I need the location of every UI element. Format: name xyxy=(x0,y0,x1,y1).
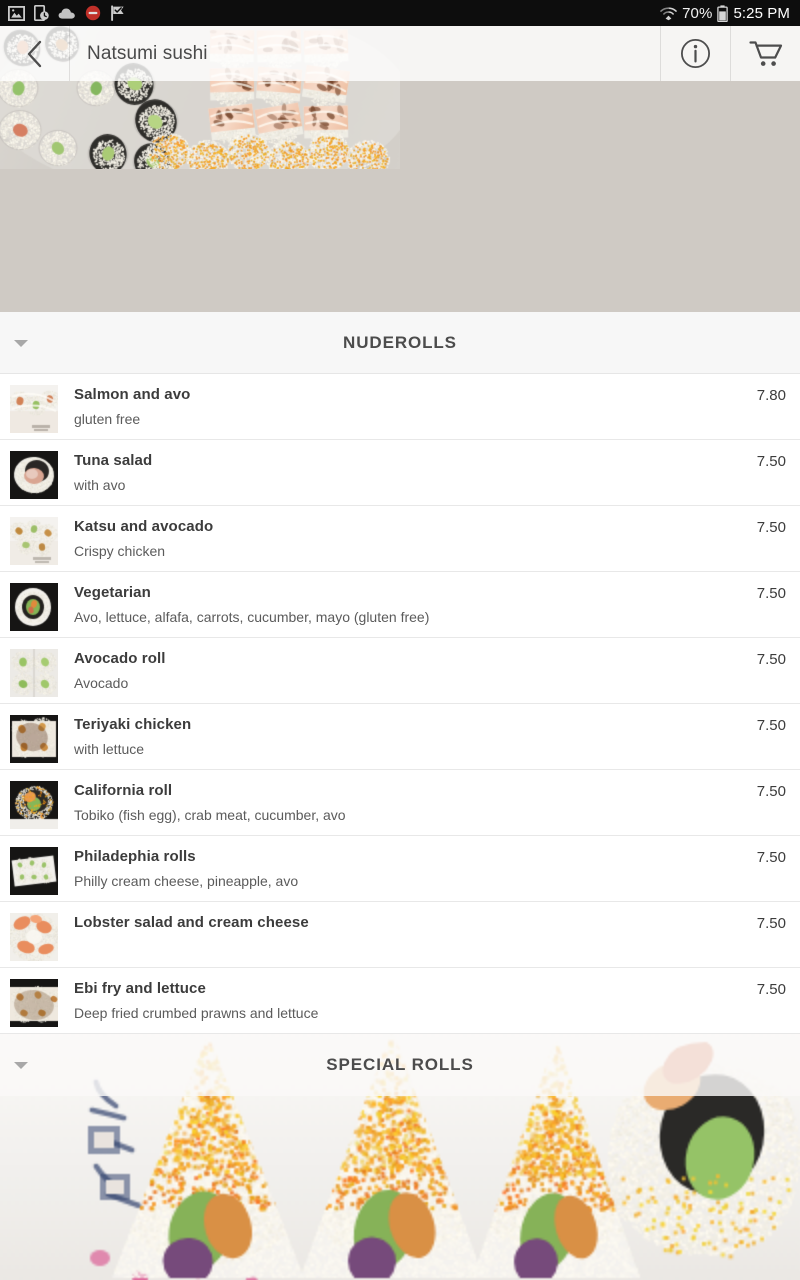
app-bar: Natsumi sushi xyxy=(0,26,800,81)
menu-item-description: Deep fried crumbed prawns and lettuce xyxy=(74,1005,319,1021)
caret-down-icon xyxy=(14,339,28,347)
menu-item-name: Tuna salad xyxy=(74,452,153,469)
menu-item-text: Teriyaki chicken with lettuce xyxy=(74,715,734,758)
menu-item-name: Avocado roll xyxy=(74,650,166,667)
menu-item-description: Philly cream cheese, pineapple, avo xyxy=(74,873,299,889)
checkmark-flag-icon xyxy=(111,5,124,21)
menu-item-description: Tobiko (fish egg), crab meat, cucumber, … xyxy=(74,807,346,823)
menu-item-price: 7.50 xyxy=(756,717,786,734)
cart-button[interactable] xyxy=(730,26,800,81)
menu-item-thumbnail xyxy=(10,979,58,1027)
section-header-nuderolls[interactable]: NUDEROLLS xyxy=(0,312,800,374)
menu-item-row[interactable]: Salmon and avo gluten free 7.80 xyxy=(0,374,800,440)
cloud-icon xyxy=(58,8,75,19)
menu-item-description: with avo xyxy=(74,477,126,493)
menu-item-row[interactable]: Tuna salad with avo 7.50 xyxy=(0,440,800,506)
status-bar: 70% 5:25 PM xyxy=(0,0,800,26)
menu-item-description: Avo, lettuce, alfafa, carrots, cucumber,… xyxy=(74,609,430,625)
section-header-special-rolls[interactable]: SPECIAL ROLLS xyxy=(0,1034,800,1096)
section-title: NUDEROLLS xyxy=(343,332,457,352)
page-title: Natsumi sushi xyxy=(87,42,208,64)
menu-item-description: Avocado xyxy=(74,675,129,691)
thumbnail-canvas xyxy=(10,583,58,631)
menu-item-row[interactable]: Avocado roll Avocado 7.50 xyxy=(0,638,800,704)
wifi-icon xyxy=(660,6,677,20)
thumbnail-canvas xyxy=(10,517,58,565)
menu-item-thumbnail xyxy=(10,781,58,829)
menu-item-row[interactable]: Philadephia rolls Philly cream cheese, pi… xyxy=(0,836,800,902)
status-bar-notification-icons xyxy=(8,5,126,21)
menu-item-price: 7.50 xyxy=(756,519,786,536)
menu-item-thumbnail xyxy=(10,649,58,697)
menu-item-text: Tuna salad with avo xyxy=(74,451,734,494)
thumbnail-canvas xyxy=(10,451,58,499)
menu-item-name: Vegetarian xyxy=(74,584,151,601)
menu-item-price: 7.80 xyxy=(756,387,786,404)
battery-icon xyxy=(717,4,729,22)
menu-item-name: Lobster salad and cream cheese xyxy=(74,914,309,931)
menu-item-description: gluten free xyxy=(74,411,141,427)
info-icon xyxy=(680,38,711,69)
menu-item-name: Philadephia rolls xyxy=(74,848,196,865)
info-button[interactable] xyxy=(660,26,730,81)
menu-item-price: 7.50 xyxy=(756,585,786,602)
back-button[interactable] xyxy=(0,26,70,81)
menu-item-row[interactable]: Ebi fry and lettuce Deep fried crumbed pr… xyxy=(0,968,800,1034)
menu-item-text: Vegetarian Avo, lettuce, alfafa, carrots,… xyxy=(74,583,734,626)
menu-item-thumbnail xyxy=(10,715,58,763)
menu-item-price: 7.50 xyxy=(756,453,786,470)
phone-clock-icon xyxy=(34,5,49,21)
shopping-cart-icon xyxy=(748,40,782,66)
menu-item-row[interactable]: California roll Tobiko (fish egg), crab m… xyxy=(0,770,800,836)
menu-item-description: Crispy chicken xyxy=(74,543,166,559)
menu-item-price: 7.50 xyxy=(756,981,786,998)
menu-item-name: California roll xyxy=(74,782,173,799)
thumbnail-canvas xyxy=(10,847,58,895)
menu-item-description: with lettuce xyxy=(74,741,145,757)
menu-item-row[interactable]: Katsu and avocado Crispy chicken 7.50 xyxy=(0,506,800,572)
menu-item-text: Ebi fry and lettuce Deep fried crumbed pr… xyxy=(74,979,734,1022)
menu-item-text: Lobster salad and cream cheese xyxy=(74,913,734,932)
status-bar-system-icons: 70% 5:25 PM xyxy=(660,5,790,22)
menu-item-name: Ebi fry and lettuce xyxy=(74,980,206,997)
app-screen: 70% 5:25 PM Natsumi sushi NUDEROLLS Salm… xyxy=(0,0,800,1280)
caret-down-icon xyxy=(14,1062,28,1069)
menu-item-price: 7.50 xyxy=(756,849,786,866)
app-bar-title-area: Natsumi sushi xyxy=(70,26,660,81)
thumbnail-canvas xyxy=(10,715,58,763)
thumbnail-canvas xyxy=(10,913,58,961)
clock-label: 5:25 PM xyxy=(733,4,790,22)
thumbnail-canvas xyxy=(10,649,58,697)
menu-item-row[interactable]: Teriyaki chicken with lettuce 7.50 xyxy=(0,704,800,770)
menu-item-name: Teriyaki chicken xyxy=(74,716,192,733)
image-icon xyxy=(8,5,25,21)
menu-item-thumbnail xyxy=(10,517,58,565)
menu-item-text: Avocado roll Avocado xyxy=(74,649,734,692)
menu-item-name: Katsu and avocado xyxy=(74,518,214,535)
menu-item-price: 7.50 xyxy=(756,783,786,800)
menu-item-text: Katsu and avocado Crispy chicken xyxy=(74,517,734,560)
menu-item-thumbnail xyxy=(10,847,58,895)
thumbnail-canvas xyxy=(10,979,58,1027)
battery-percent-label: 70% xyxy=(682,4,713,22)
menu-item-thumbnail xyxy=(10,583,58,631)
thumbnail-canvas xyxy=(10,781,58,829)
menu-item-list: Salmon and avo gluten free 7.80 Tuna salad w… xyxy=(0,374,800,1034)
menu-item-text: California roll Tobiko (fish egg), crab m… xyxy=(74,781,734,824)
menu-item-thumbnail xyxy=(10,913,58,961)
menu-item-row[interactable]: Lobster salad and cream cheese 7.50 xyxy=(0,902,800,968)
menu-item-price: 7.50 xyxy=(756,651,786,668)
menu-item-name: Salmon and avo xyxy=(74,386,191,403)
do-not-disturb-icon xyxy=(85,5,101,21)
menu-item-thumbnail xyxy=(10,451,58,499)
thumbnail-canvas xyxy=(10,385,58,433)
menu-item-price: 7.50 xyxy=(756,915,786,932)
back-chevron-icon xyxy=(27,40,41,67)
special-rolls-block: SPECIAL ROLLS xyxy=(0,1034,800,1280)
menu-item-text: Salmon and avo gluten free xyxy=(74,385,734,428)
section-title: SPECIAL ROLLS xyxy=(326,1055,474,1074)
menu-item-text: Philadephia rolls Philly cream cheese, pi… xyxy=(74,847,734,890)
menu-item-thumbnail xyxy=(10,385,58,433)
menu-item-row[interactable]: Vegetarian Avo, lettuce, alfafa, carrots,… xyxy=(0,572,800,638)
